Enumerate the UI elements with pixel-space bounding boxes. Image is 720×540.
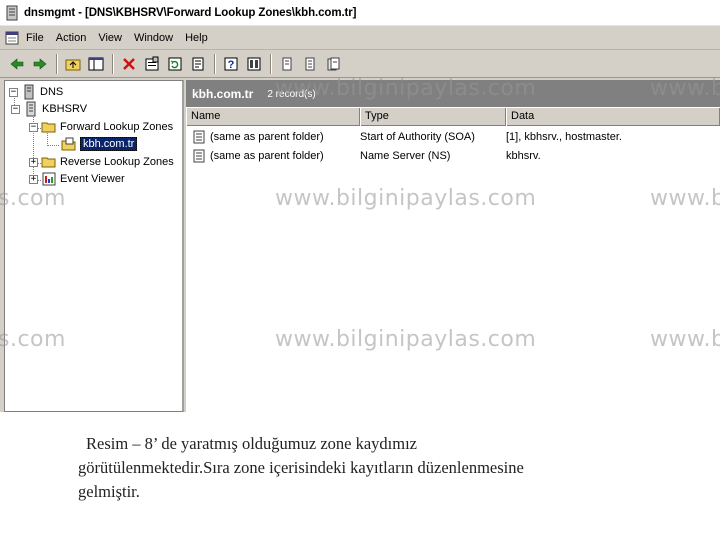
title-bar[interactable]: dnsmgmt - [DNS\KBHSRV\Forward Lookup Zon… [0,0,720,26]
new-alias-button[interactable] [299,53,321,75]
expand-icon[interactable]: + [29,157,38,167]
record-type: Start of Authority (SOA) [360,131,475,143]
console-doc-icon[interactable] [4,30,20,46]
toolbar-separator [56,53,58,74]
back-button[interactable] [6,53,28,75]
tree-node-zone-kbh[interactable]: kbh.com.tr [61,136,138,152]
help-button[interactable]: ? [220,53,242,75]
forward-icon [33,57,47,70]
menu-window[interactable]: Window [134,32,173,44]
new-host-icon [282,57,292,70]
tree-label-server: KBHSRV [42,103,88,115]
column-header-type[interactable]: Type [360,108,506,126]
new-mail-exchanger-icon [327,57,340,70]
expand-icon[interactable]: + [29,174,38,184]
menu-file[interactable]: File [26,32,44,44]
show-hide-tree-icon [88,57,104,70]
toolbar-separator [270,53,272,74]
back-icon [10,57,24,70]
caption-line-1: Resim – 8’ de yaratmış olduğumuz zone ka… [86,434,417,453]
figure-caption: Resim – 8’ de yaratmış olduğumuz zone ka… [78,432,678,504]
new-host-button[interactable] [276,53,298,75]
tree-label-forward-zones: Forward Lookup Zones [60,121,174,133]
tree-node-dns[interactable]: − DNS [9,84,63,100]
collapse-icon[interactable]: − [9,87,18,97]
tree-connector [47,145,59,146]
toolbar-separator [214,53,216,74]
event-viewer-icon [42,172,56,186]
dns-manager-window: dnsmgmt - [DNS\KBHSRV\Forward Lookup Zon… [0,0,720,412]
console-tree: − DNS − KBHSRV − Forward Lookup Zones kb… [4,80,184,412]
results-pane: kbh.com.tr 2 record(s) Name Type Data (s… [186,80,720,412]
tree-label-event-viewer: Event Viewer [60,173,125,185]
properties-button[interactable] [141,53,163,75]
collapse-icon[interactable]: − [11,104,20,114]
server-icon [26,101,36,117]
caption-line-2: görütülenmektedir.Sıra zone içerisindeki… [78,458,524,477]
tree-node-reverse-zones[interactable]: + Reverse Lookup Zones [29,154,174,170]
refresh-button[interactable] [164,53,186,75]
new-alias-icon [305,57,315,70]
delete-button[interactable] [118,53,140,75]
tree-label-reverse-zones: Reverse Lookup Zones [60,156,174,168]
tree-node-forward-zones[interactable]: − Forward Lookup Zones [29,119,173,135]
tree-node-server[interactable]: − KBHSRV [11,101,87,117]
help-icon: ? [224,57,238,71]
up-folder-icon [65,59,81,70]
column-header-data[interactable]: Data [506,108,720,126]
tree-label-zone-kbh: kbh.com.tr [80,137,138,151]
column-headers: Name Type Data [186,108,720,126]
toolbar-separator [112,53,114,74]
console-icon [247,57,261,70]
console-button[interactable] [243,53,265,75]
refresh-icon [168,57,182,70]
menu-view[interactable]: View [98,32,122,44]
folder-open-icon [41,122,56,133]
caption-line-3: gelmiştir. [78,482,140,501]
new-mail-exchanger-button[interactable] [322,53,344,75]
delete-icon [123,57,135,70]
table-row[interactable]: (same as parent folder) Name Server (NS)… [186,147,720,165]
results-header: kbh.com.tr 2 record(s) [186,81,720,107]
menu-bar: File Action View Window Help [0,26,720,50]
export-list-icon [192,57,204,70]
column-header-name[interactable]: Name [186,108,360,126]
tree-node-event-viewer[interactable]: + Event Viewer [29,171,125,187]
record-count: 2 record(s) [267,88,316,100]
record-data: [1], kbhsrv., hostmaster. [506,131,622,143]
toolbar: ? [0,50,720,78]
export-list-button[interactable] [187,53,209,75]
record-data: kbhsrv. [506,150,541,162]
menu-help[interactable]: Help [185,32,208,44]
forward-button[interactable] [29,53,51,75]
record-name: (same as parent folder) [210,150,324,162]
zone-icon [61,137,76,151]
folder-icon [41,157,56,168]
up-one-level-button[interactable] [62,53,84,75]
collapse-icon[interactable]: − [29,122,38,132]
dns-icon [24,84,34,100]
record-icon [193,149,205,163]
record-icon [193,130,205,144]
window-title: dnsmgmt - [DNS\KBHSRV\Forward Lookup Zon… [24,6,357,19]
tree-label-dns: DNS [40,86,64,98]
svg-text:?: ? [228,59,235,71]
show-hide-tree-button[interactable] [85,53,107,75]
dns-app-icon [6,5,18,20]
record-name: (same as parent folder) [210,131,324,143]
menu-action[interactable]: Action [56,32,87,44]
table-row[interactable]: (same as parent folder) Start of Authori… [186,128,720,146]
properties-icon [145,56,159,70]
results-zone-name: kbh.com.tr [192,87,254,101]
record-type: Name Server (NS) [360,150,451,162]
